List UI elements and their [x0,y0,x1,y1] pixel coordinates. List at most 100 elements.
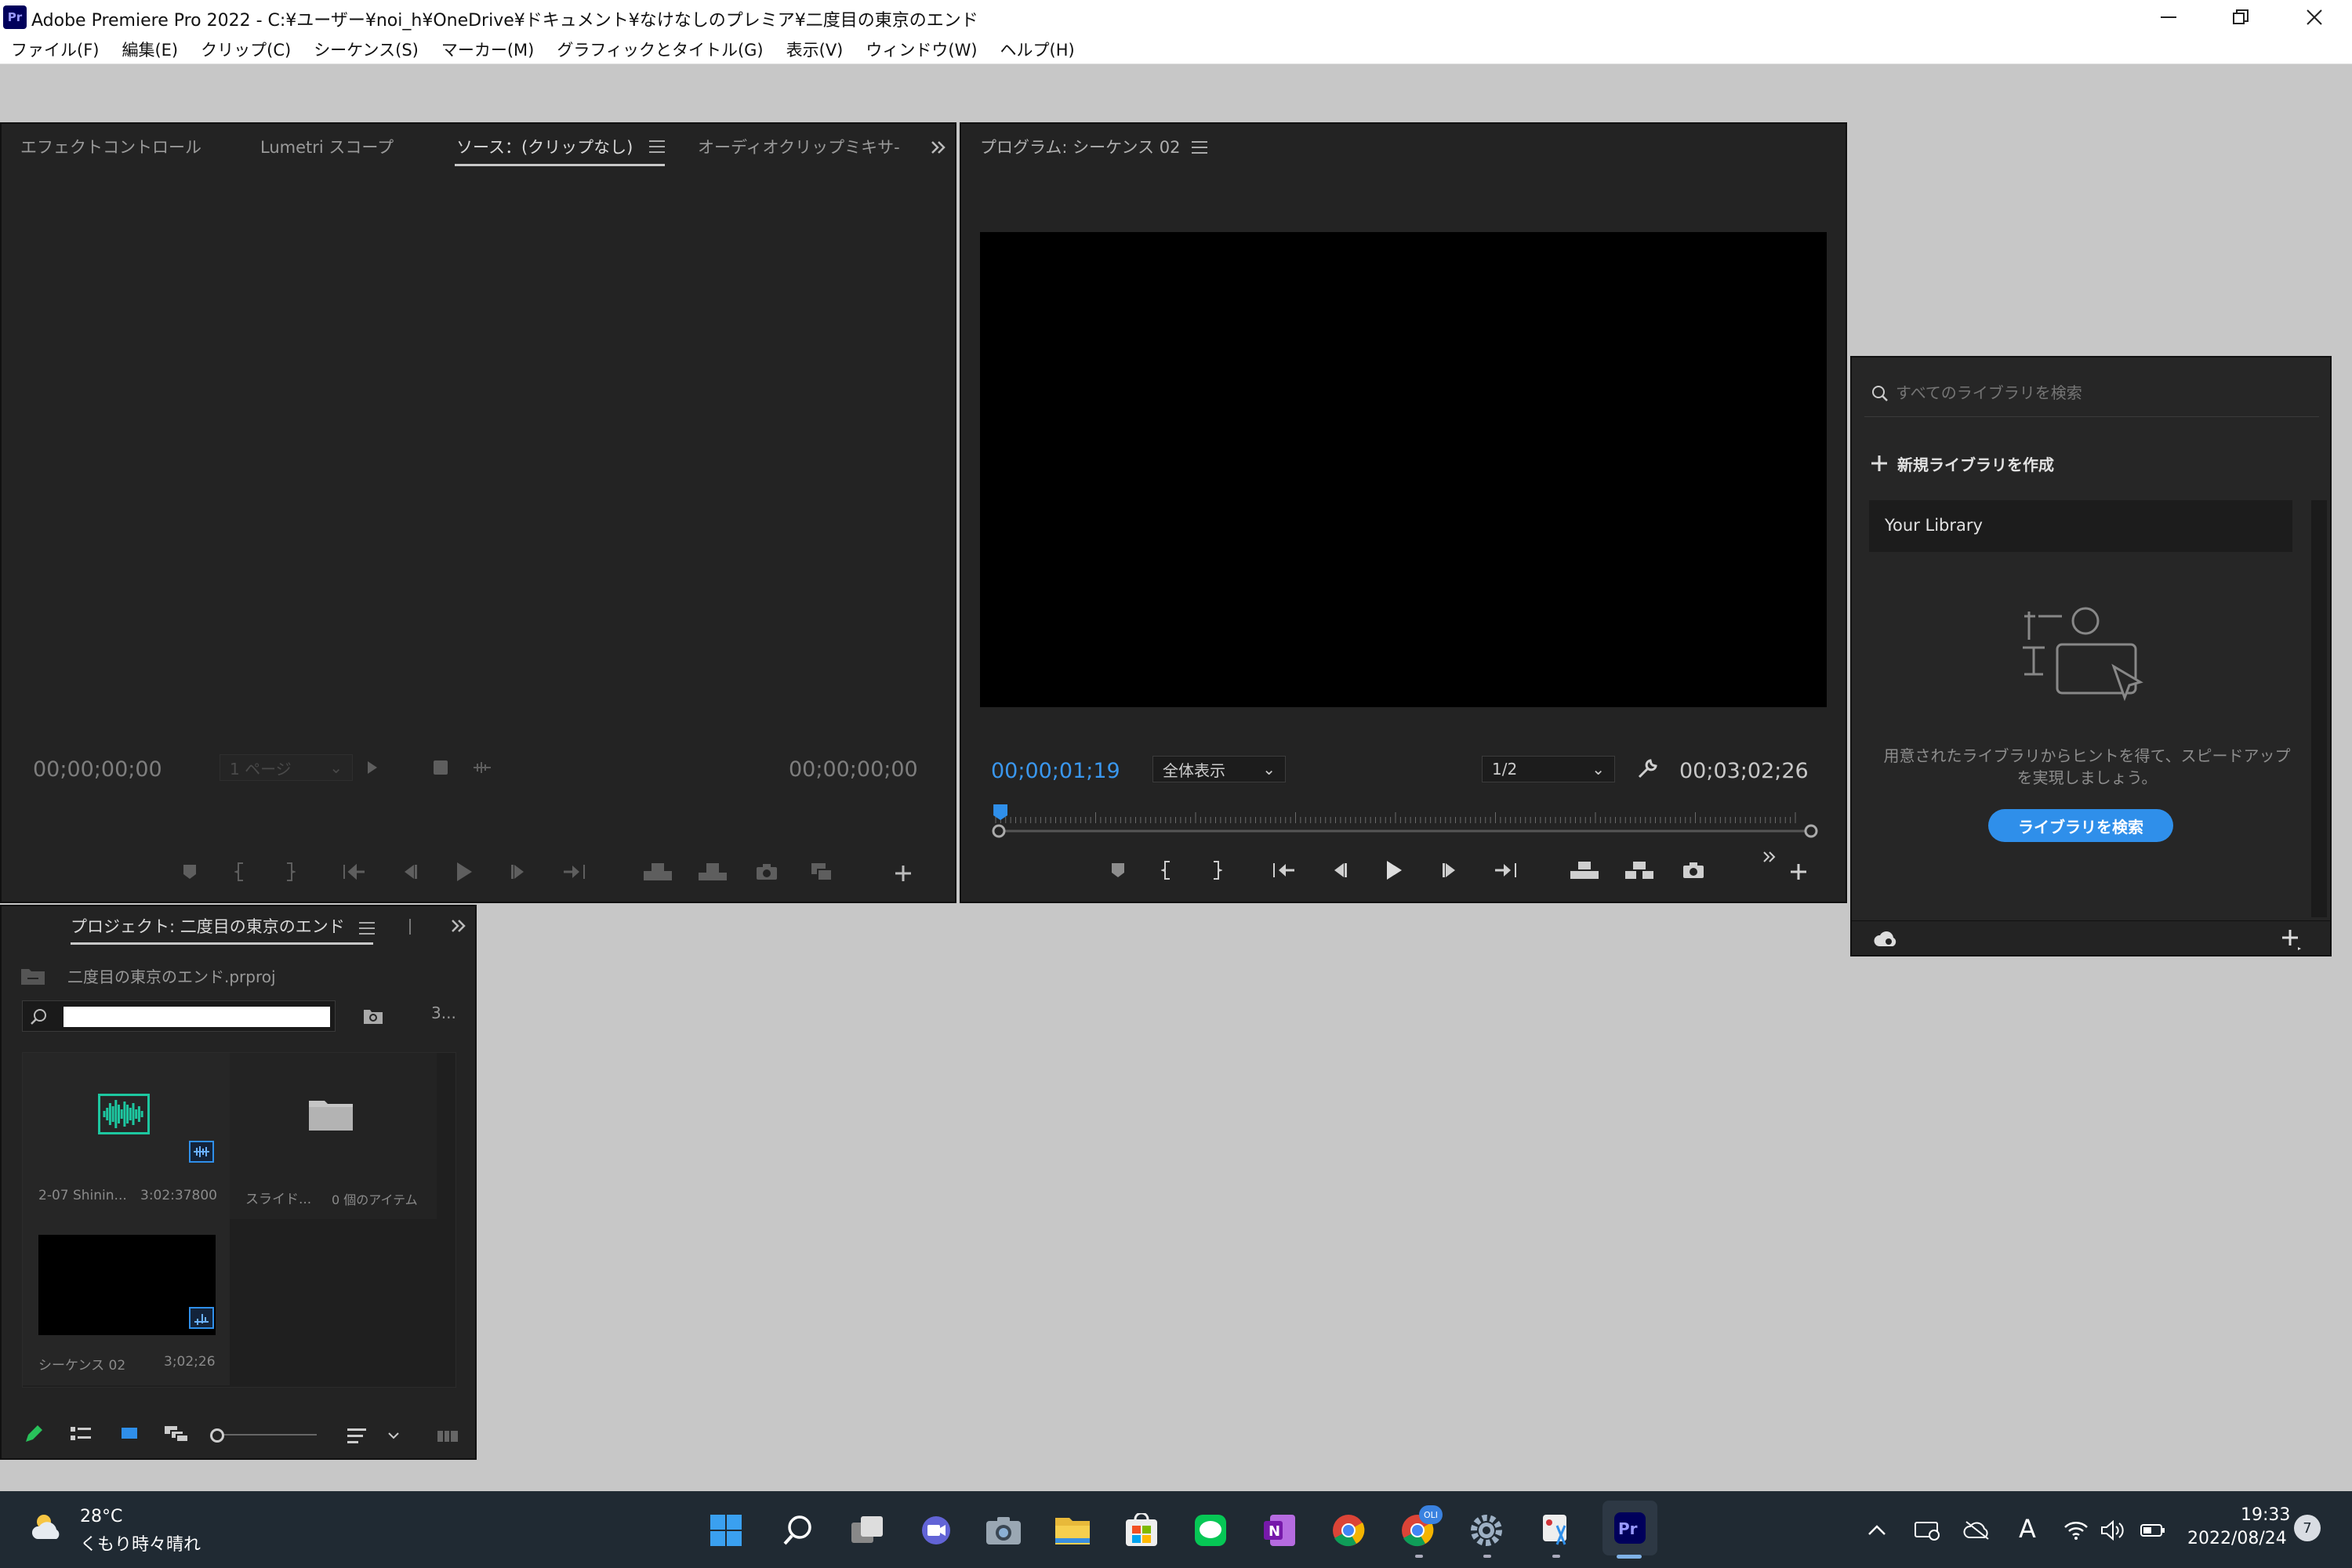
project-panel-title[interactable]: プロジェクト: 二度目の東京のエンド [71,914,345,938]
search-taskbar-icon[interactable] [776,1508,820,1552]
overwrite-icon[interactable] [695,856,731,887]
project-item-bin[interactable]: スライド... 0 個のアイテム [230,1053,437,1219]
task-view-icon[interactable] [845,1508,889,1552]
go-to-in-icon[interactable] [339,856,370,887]
chrome-icon[interactable] [1327,1508,1370,1552]
settings-icon[interactable] [1465,1508,1508,1552]
chrome-profile-icon[interactable]: OLI [1396,1505,1443,1552]
menu-marker[interactable]: マーカー(M) [441,38,535,61]
battery-icon[interactable] [2137,1516,2169,1544]
zoom-select[interactable]: 全体表示 ⌄ [1152,756,1286,782]
notification-badge[interactable]: 7 [2294,1515,2321,1541]
file-explorer-icon[interactable] [1051,1508,1094,1552]
add-button-icon[interactable] [1783,856,1814,887]
project-item-sequence[interactable]: シーケンス 02 3;02;26 [23,1219,230,1385]
play-small-icon[interactable] [361,756,384,779]
lift-icon[interactable] [1566,855,1602,886]
menu-edit[interactable]: 編集(E) [122,38,178,61]
add-asset-icon[interactable] [2278,926,2305,953]
step-forward-icon[interactable] [1435,855,1466,886]
tray-overflow-icon[interactable] [1863,1516,1891,1544]
menu-view[interactable]: 表示(V) [786,38,844,61]
folder-up-icon[interactable] [19,964,47,988]
menu-help[interactable]: ヘルプ(H) [1000,38,1075,61]
project-panel-menu-icon[interactable] [359,922,375,935]
premiere-taskbar-icon[interactable]: Pr [1602,1501,1657,1555]
icon-view-icon[interactable] [116,1421,143,1447]
replace-icon[interactable] [806,856,837,887]
wrench-icon[interactable] [1634,756,1661,782]
time-ruler[interactable] [989,804,1820,839]
mark-out-icon[interactable] [1201,855,1232,886]
menu-window[interactable]: ウィンドウ(W) [866,38,977,61]
onedrive-icon[interactable] [1962,1516,1993,1544]
extract-icon[interactable] [1621,855,1657,886]
menu-sequence[interactable]: シーケンス(S) [314,38,419,61]
zoom-slider[interactable] [210,1427,320,1443]
onenote-icon[interactable]: N [1258,1508,1301,1552]
automate-icon[interactable] [434,1424,461,1447]
tab-effect-controls[interactable]: エフェクトコントロール [20,135,201,158]
add-button-icon[interactable] [887,858,919,889]
clock-date[interactable]: 2022/08/24 [2187,1529,2287,1548]
program-panel-menu-icon[interactable] [1192,141,1207,154]
minimize-icon[interactable] [2148,0,2189,34]
mark-in-icon[interactable] [224,856,256,887]
device-icon[interactable] [1911,1516,1943,1544]
source-page-select[interactable]: 1 ページ ⌄ [220,754,353,781]
source-panel-menu-icon[interactable] [649,140,665,153]
mark-in-icon[interactable] [1151,855,1182,886]
play-icon[interactable] [448,856,480,887]
zoom-slider-handle[interactable] [210,1428,224,1443]
find-icon[interactable] [359,1002,387,1030]
library-search-input[interactable] [1896,379,2311,408]
snipping-tool-icon[interactable] [1534,1508,1577,1552]
weather-icon[interactable] [27,1507,69,1546]
tab-lumetri-scopes[interactable]: Lumetri スコープ [260,135,394,158]
menu-clip[interactable]: クリップ(C) [201,38,291,61]
go-to-out-icon[interactable] [558,856,590,887]
menu-graphics[interactable]: グラフィックとタイトル(G) [557,38,763,61]
source-timecode-current[interactable]: 00;00;00;00 [33,757,162,782]
pencil-icon[interactable] [20,1421,47,1447]
cloud-sync-icon[interactable] [1872,927,1899,951]
freeform-view-icon[interactable] [162,1421,191,1447]
program-panel-title[interactable]: プログラム: シーケンス 02 [980,135,1180,158]
chat-icon[interactable] [914,1508,958,1552]
more-tabs-icon[interactable] [927,136,950,158]
library-scrollbar[interactable] [2311,500,2327,917]
resolution-select[interactable]: 1/2 ⌄ [1482,756,1615,782]
add-marker-icon[interactable] [1102,855,1134,886]
project-item-audio[interactable]: 2-07 Shinin... 3:02:37800 [23,1053,230,1219]
browse-libraries-button[interactable]: ライブラリを検索 [1988,809,2173,842]
tab-audio-clip-mixer[interactable]: オーディオクリップミキサ- [698,135,900,158]
camera-icon[interactable] [982,1508,1025,1552]
audio-waveform-small-icon[interactable] [470,756,494,779]
ime-indicator[interactable]: A [2013,1513,2042,1544]
chevron-down-icon[interactable] [384,1424,403,1447]
play-icon[interactable] [1378,855,1410,886]
close-icon[interactable] [2292,0,2336,34]
more-tabs-icon[interactable] [447,914,470,938]
step-back-icon[interactable] [394,856,425,887]
step-forward-icon[interactable] [503,856,535,887]
export-frame-icon[interactable] [751,856,782,887]
sort-icon[interactable] [343,1422,370,1449]
tab-source[interactable]: ソース：(クリップなし) [456,135,633,158]
wifi-icon[interactable] [2062,1516,2090,1544]
insert-icon[interactable] [640,856,676,887]
more-controls-icon[interactable] [1758,845,1781,869]
menu-file[interactable]: ファイル(F) [11,38,99,61]
clock-time[interactable]: 19:33 [2241,1505,2290,1525]
create-library-button[interactable]: 新規ライブラリを作成 [1871,450,2054,477]
go-to-out-icon[interactable] [1490,855,1521,886]
restore-icon[interactable] [2220,0,2261,34]
step-back-icon[interactable] [1323,855,1355,886]
export-frame-icon[interactable] [1678,855,1709,886]
mark-out-icon[interactable] [274,856,306,887]
line-icon[interactable] [1189,1508,1232,1552]
store-icon[interactable] [1120,1508,1163,1552]
list-view-icon[interactable] [67,1421,94,1447]
project-search-input[interactable] [64,1007,330,1027]
export-frame-small-icon[interactable] [429,756,452,779]
